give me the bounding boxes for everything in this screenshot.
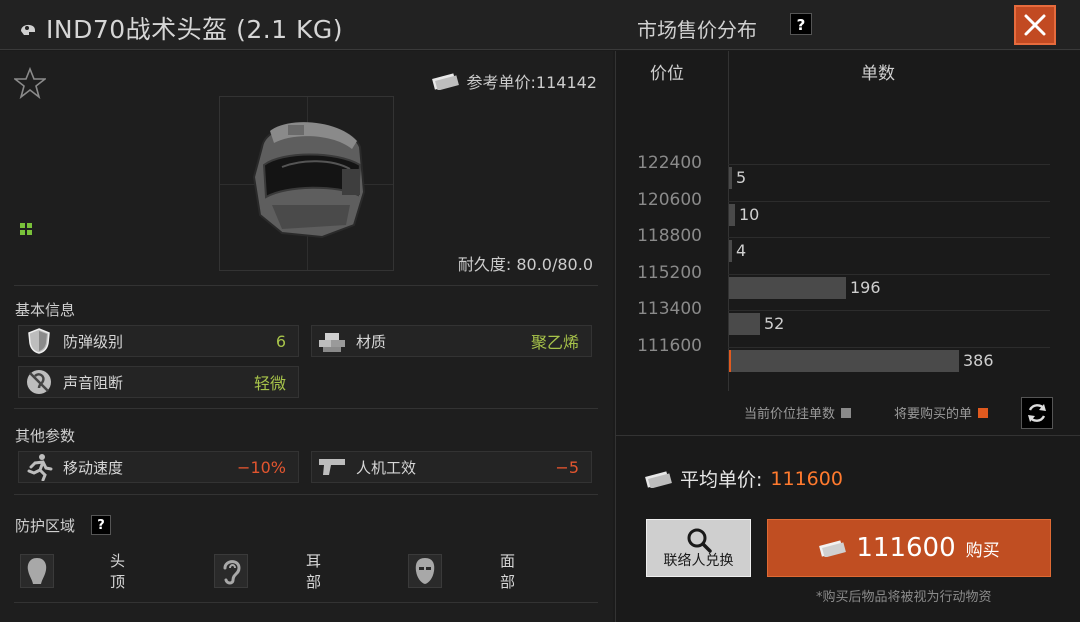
- order-count-label: 5: [736, 168, 747, 187]
- shield-icon: [23, 326, 55, 356]
- market-help-button[interactable]: ?: [790, 13, 812, 35]
- legend-buy-orders: 将要购买的单: [894, 403, 989, 422]
- money-icon: [819, 540, 847, 557]
- buy-label: 购买: [965, 540, 1000, 561]
- order-count-bar: [729, 313, 760, 335]
- buy-button[interactable]: 111600 购买: [767, 519, 1051, 577]
- reference-price: 参考单价:114142: [431, 69, 597, 93]
- price-tick-label: 111600: [637, 335, 702, 356]
- legend-label: 将要购买的单: [894, 407, 973, 422]
- order-count-label: 10: [739, 204, 760, 224]
- market-panel: 价位 单数 122400 5 120600 10 118800 4 115200 196 113…: [615, 51, 1080, 622]
- grid-size-icon: [20, 223, 32, 235]
- section-other-params: 其他参数: [15, 427, 76, 445]
- order-count-bar: [729, 240, 732, 262]
- item-detail-panel: 参考单价:114142 耐久度: 80.0/80.0 基本信息 防弹级别 6 材…: [0, 51, 613, 622]
- order-count-bar: [729, 276, 846, 299]
- section-protection-zones: 防护区域: [15, 517, 76, 535]
- title-bar: IND70战术头盔 (2.1 KG) 市场售价分布 ?: [0, 0, 1080, 50]
- refresh-button[interactable]: [1021, 397, 1053, 429]
- money-icon: [645, 470, 672, 488]
- price-tick-label: 120600: [637, 189, 702, 210]
- durability-text: 耐久度: 80.0/80.0: [457, 255, 593, 274]
- material-icon: [316, 326, 348, 356]
- legend-current-orders: 当前价位挂单数: [744, 403, 852, 422]
- contact-exchange-label: 联络人兑换: [663, 553, 734, 569]
- purchase-note: *购买后物品将被视为行动物资: [816, 590, 992, 605]
- zone-label: 面部: [500, 552, 516, 591]
- money-icon: [431, 73, 459, 90]
- section-basic-info: 基本信息: [15, 301, 76, 319]
- stat-label: 声音阻断: [63, 373, 124, 392]
- protection-help-button[interactable]: ?: [91, 515, 111, 535]
- price-tick-label: 115200: [637, 262, 702, 283]
- stat-label: 防弹级别: [63, 332, 124, 351]
- zone-ears: 耳部: [214, 551, 321, 591]
- market-title: 市场售价分布: [637, 18, 757, 42]
- zone-head-top: 头顶: [20, 551, 125, 591]
- order-count-label: 52: [764, 314, 785, 333]
- order-count-label: 4: [736, 241, 747, 260]
- stat-value: −5: [555, 457, 579, 477]
- average-price-label: 平均单价:: [680, 469, 763, 491]
- stat-value: −10%: [237, 457, 286, 477]
- legend-swatch-orange: [978, 407, 989, 418]
- contact-exchange-button[interactable]: 联络人兑换: [646, 519, 751, 577]
- face-icon: [408, 554, 442, 588]
- item-title: IND70战术头盔 (2.1 KG): [46, 15, 344, 44]
- order-count-label: 386: [963, 350, 994, 370]
- column-header-price: 价位: [650, 64, 684, 84]
- stat-move-speed: 移动速度 −10%: [18, 451, 299, 483]
- column-header-count: 单数: [861, 64, 895, 84]
- order-count-bar: [729, 349, 959, 372]
- stat-armor-class: 防弹级别 6: [18, 325, 299, 357]
- head-top-icon: [20, 554, 54, 588]
- title-group: IND70战术头盔 (2.1 KG): [18, 10, 343, 46]
- order-count-bar: [729, 167, 732, 189]
- item-image-frame: [219, 96, 394, 271]
- helmet-icon: [21, 24, 35, 35]
- reference-price-text: 参考单价:114142: [466, 73, 597, 92]
- price-tick-label: 122400: [637, 153, 702, 173]
- close-icon: [1024, 14, 1046, 36]
- legend-label: 当前价位挂单数: [744, 407, 836, 422]
- stat-value: 6: [275, 331, 286, 351]
- stat-sound-block: 声音阻断 轻微: [18, 366, 299, 398]
- refresh-icon: [1028, 404, 1046, 422]
- zone-label: 耳部: [306, 552, 322, 591]
- price-tick-label: 113400: [637, 299, 702, 319]
- average-price-value: 111600: [770, 467, 843, 490]
- stat-ergonomics: 人机工效 −5: [311, 451, 592, 483]
- average-price: 平均单价: 111600: [644, 465, 843, 492]
- order-count-bar: [729, 203, 735, 226]
- zone-label: 头顶: [110, 552, 126, 591]
- close-button[interactable]: [1014, 5, 1056, 45]
- buy-amount: 111600: [856, 533, 956, 563]
- stat-label: 人机工效: [356, 458, 417, 477]
- price-tick-label: 118800: [637, 226, 702, 246]
- legend-swatch-grey: [841, 407, 852, 418]
- stat-label: 移动速度: [63, 458, 124, 477]
- helmet-image: [252, 122, 366, 239]
- stat-label: 材质: [356, 332, 387, 351]
- zone-face: 面部: [408, 551, 515, 591]
- pistol-icon: [316, 452, 348, 482]
- stat-value: 轻微: [253, 374, 286, 393]
- favorite-star-icon[interactable]: [14, 67, 46, 99]
- order-count-label: 196: [850, 277, 881, 297]
- ear-icon: [214, 554, 248, 588]
- stat-material: 材质 聚乙烯: [311, 325, 592, 357]
- stat-value: 聚乙烯: [530, 333, 579, 352]
- ear-muffle-icon: [23, 367, 55, 397]
- running-icon: [23, 452, 55, 482]
